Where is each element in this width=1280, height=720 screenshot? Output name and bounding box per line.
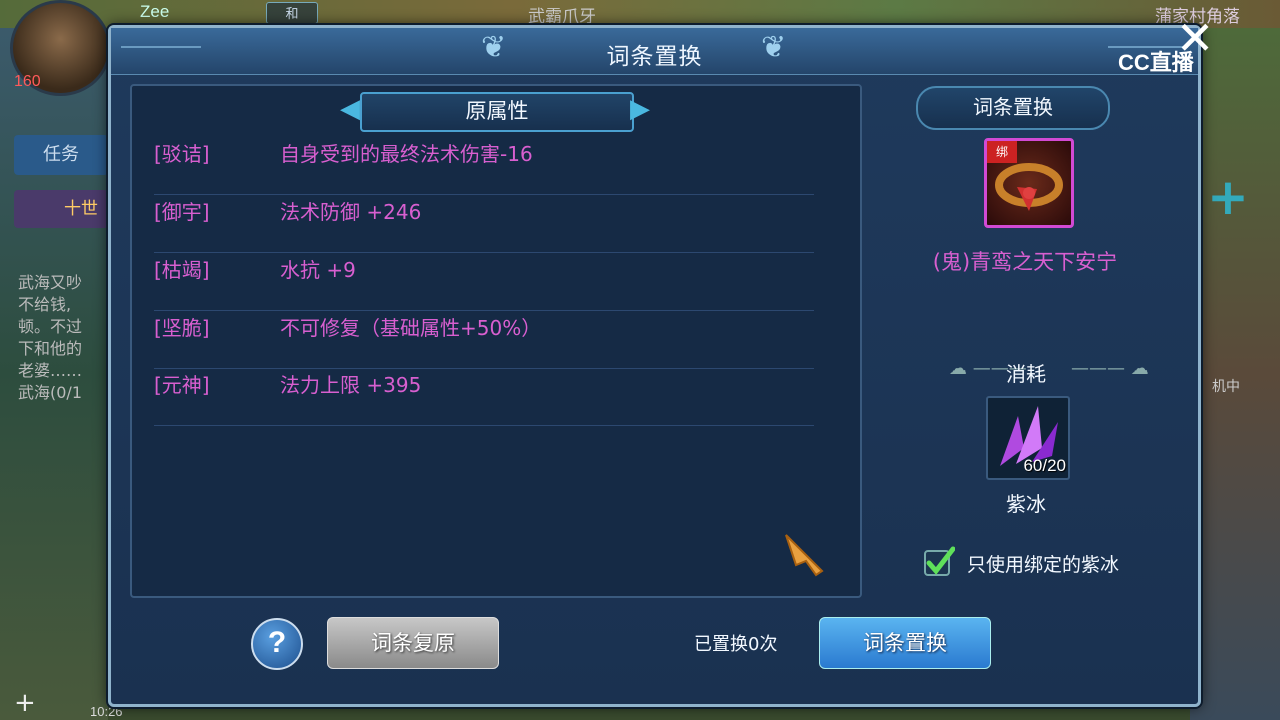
game-right-panel bbox=[1190, 28, 1280, 720]
attribute-value: 水抗 +9 bbox=[280, 258, 356, 282]
ten-lives-button[interactable]: 十世 bbox=[14, 190, 108, 228]
attribute-name: [枯竭] bbox=[154, 258, 210, 282]
bound-only-label: 只使用绑定的紫冰 bbox=[967, 554, 1120, 576]
replace-section-label: 词条置换 bbox=[916, 86, 1110, 130]
task-button[interactable]: 任务 bbox=[14, 135, 108, 175]
cloud-ornament-icon: ——— ☁ bbox=[1071, 358, 1149, 379]
swirl-ornament-icon: ❦ bbox=[761, 30, 787, 65]
attribute-value: 自身受到的最终法术伤害-16 bbox=[280, 142, 533, 166]
bottom-plus-icon[interactable]: + bbox=[14, 690, 36, 716]
attribute-row: [枯竭] 水抗 +9 bbox=[154, 254, 814, 311]
attribute-name: [御宇] bbox=[154, 200, 210, 224]
bound-only-checkbox[interactable] bbox=[923, 545, 955, 577]
equipment-slot[interactable]: 绑 bbox=[984, 138, 1074, 228]
attribute-name: [坚脆] bbox=[154, 316, 210, 340]
restore-entries-button[interactable]: 词条复原 bbox=[327, 617, 499, 669]
team-tag[interactable]: 和 bbox=[266, 2, 318, 24]
attribute-row: [坚脆] 不可修复（基础属性+50%） bbox=[154, 312, 814, 369]
bound-badge: 绑 bbox=[987, 141, 1017, 163]
top-center-text: 武霸爪牙 bbox=[528, 7, 596, 27]
player-hp: 160 bbox=[14, 73, 41, 90]
close-icon[interactable]: ✕ bbox=[1174, 15, 1216, 61]
original-attributes-panel: ◀ 原属性 ▶ [驳诘] 自身受到的最终法术伤害-16 [御宇] 法术防御 +2… bbox=[130, 84, 862, 598]
feather-cursor-icon bbox=[785, 534, 824, 577]
attribute-name: [驳诘] bbox=[154, 142, 210, 166]
attribute-name: [元神] bbox=[154, 373, 210, 397]
dialog-header: ❦ 词条置换 ❦ bbox=[111, 28, 1198, 75]
replaced-count-text: 已置换0次 bbox=[694, 634, 778, 655]
chat-log: 武海又吵 不给钱, 顿。不过 下和他的 老婆…… 武海(0/1 bbox=[18, 273, 83, 402]
original-attributes-label: 原属性 bbox=[360, 92, 634, 132]
material-name: 紫冰 bbox=[1006, 492, 1046, 516]
attribute-row: [御宇] 法术防御 +246 bbox=[154, 196, 814, 253]
plus-icon[interactable]: + bbox=[1204, 172, 1252, 223]
help-button[interactable]: ? bbox=[251, 618, 303, 670]
attribute-value: 法术防御 +246 bbox=[280, 200, 422, 224]
attribute-row: [元神] 法力上限 +395 bbox=[154, 369, 814, 426]
entry-replace-dialog: ❦ 词条置换 ❦ ◀ 原属性 ▶ [驳诘] 自身受到的最终法术伤害-16 [御宇… bbox=[108, 25, 1201, 707]
arrow-left-icon: ◀ bbox=[340, 94, 360, 124]
dialog-title: 词条置换 bbox=[606, 44, 703, 70]
right-side-text: 机中 bbox=[1212, 379, 1240, 395]
attribute-row: [驳诘] 自身受到的最终法术伤害-16 bbox=[154, 138, 814, 195]
material-slot[interactable]: 60/20 bbox=[986, 396, 1070, 480]
player-name: Zee bbox=[140, 2, 170, 21]
arrow-right-icon: ▶ bbox=[630, 94, 650, 124]
attribute-value: 法力上限 +395 bbox=[280, 373, 422, 397]
game-top-bar bbox=[0, 0, 1280, 28]
equipment-name: (鬼)青鸾之天下安宁 bbox=[932, 250, 1118, 274]
replace-entries-button[interactable]: 词条置换 bbox=[819, 617, 991, 669]
material-count: 60/20 bbox=[1023, 456, 1066, 475]
attribute-value: 不可修复（基础属性+50%） bbox=[280, 316, 542, 340]
